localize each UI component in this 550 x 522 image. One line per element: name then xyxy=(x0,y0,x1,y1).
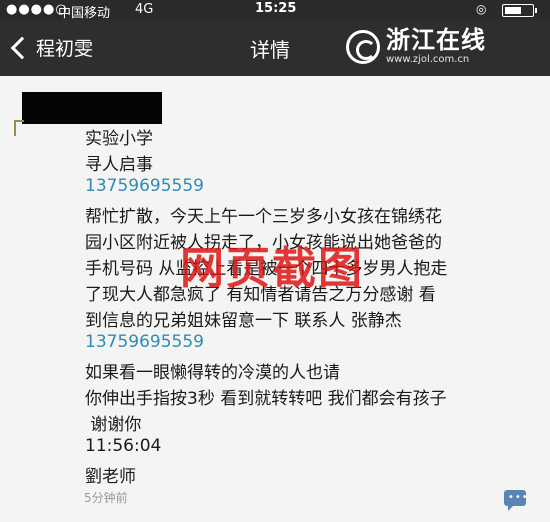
comment-dots: ••• xyxy=(508,492,529,503)
zjol-logo-icon xyxy=(346,29,380,64)
chevron-left-icon xyxy=(10,36,34,60)
post-line-13: 11:56:04 xyxy=(85,436,162,456)
zjol-logo: 浙江在线 www.zjol.com.cn xyxy=(346,28,486,65)
comment-icon[interactable]: ••• xyxy=(504,490,529,511)
post-line-4: 帮忙扩散，今天上午一个三岁多小女孩在锦绣花 xyxy=(85,207,442,227)
logo-url: www.zjol.com.cn xyxy=(386,54,470,65)
post-line-8: 到信息的兄弟姐妹留意一下 联系人 张静杰 xyxy=(85,311,402,331)
post-line-10: 如果看一眼懒得转的冷漠的人也请 xyxy=(85,363,340,383)
avatar-edge xyxy=(14,120,24,136)
post-line-14: 劉老师 xyxy=(85,467,136,487)
battery-icon xyxy=(502,4,537,17)
status-time: 15:25 xyxy=(255,1,297,16)
redacted-username xyxy=(22,92,162,124)
logo-name: 浙江在线 xyxy=(386,26,486,54)
network-type: 4G xyxy=(135,2,154,17)
page-title: 详情 xyxy=(250,38,290,62)
back-label: 程初雯 xyxy=(36,38,94,60)
status-bar: ●●●●○ 中国移动 4G 15:25 ◎ xyxy=(0,0,550,21)
post-content: 实验小学 寻人启事 13759695559 帮忙扩散，今天上午一个三岁多小女孩在… xyxy=(0,76,550,522)
post-line-11: 你伸出手指按3秒 看到就转转吧 我们都会有孩子 xyxy=(85,389,447,409)
alarm-icon: ◎ xyxy=(476,2,487,16)
post-line-12: 谢谢你 xyxy=(85,415,142,435)
post-line-2: 寻人启事 xyxy=(85,155,153,175)
watermark: 网页截图 xyxy=(180,243,364,294)
back-button[interactable]: 程初雯 xyxy=(10,34,94,61)
post-line-1: 实验小学 xyxy=(85,129,153,149)
phone-link-2[interactable]: 13759695559 xyxy=(85,332,204,352)
carrier-name: 中国移动 xyxy=(58,6,111,21)
nav-bar: 程初雯 详情 浙江在线 www.zjol.com.cn xyxy=(0,20,550,76)
phone-link-1[interactable]: 13759695559 xyxy=(85,176,204,196)
post-timestamp: 5分钟前 xyxy=(84,491,128,505)
